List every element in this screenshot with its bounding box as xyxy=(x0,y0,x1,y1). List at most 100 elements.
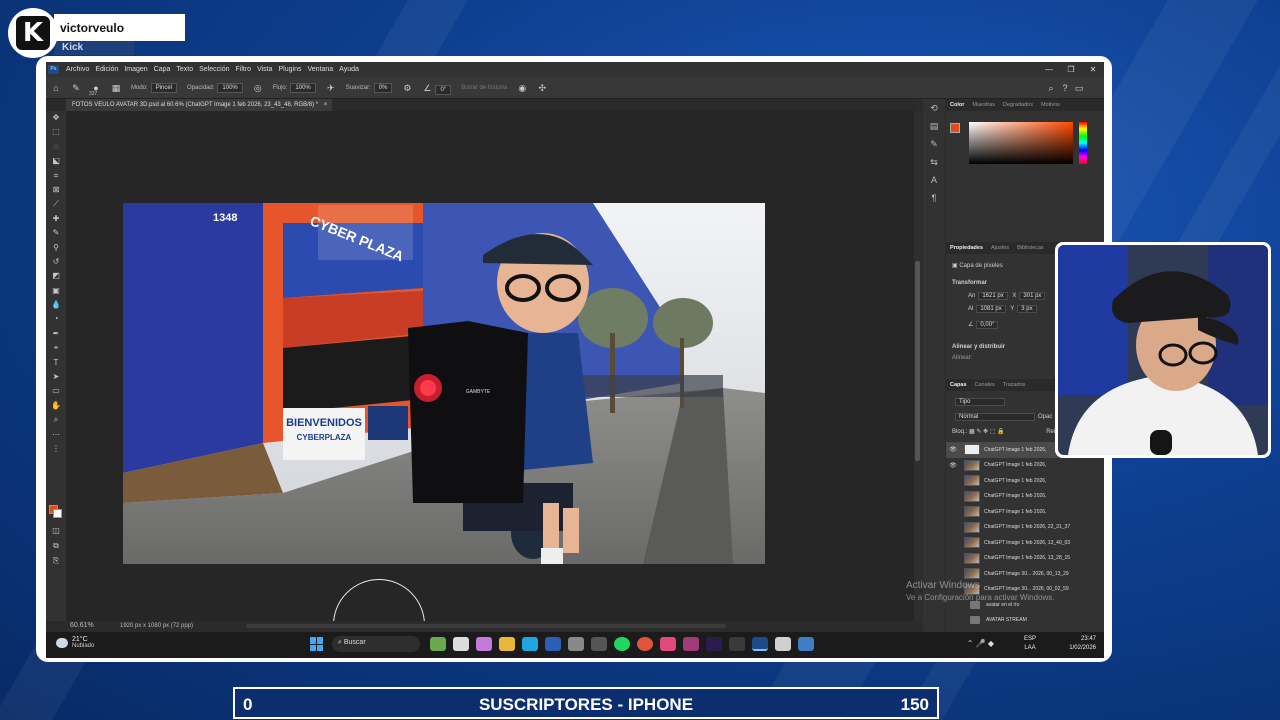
smooth-field[interactable]: 0% xyxy=(373,82,393,93)
dodge-tool-icon[interactable]: ◔ xyxy=(46,312,66,326)
pen-tool-icon[interactable]: ✒ xyxy=(46,327,66,341)
height-field[interactable]: 1081 px xyxy=(976,305,1006,313)
more-tools-icon[interactable]: ⋯ xyxy=(46,428,66,442)
crop-tool-icon[interactable]: ⌗ xyxy=(46,169,66,183)
layer-item[interactable]: ChatGPT Image 1 feb 2026, xyxy=(946,473,1104,489)
menu-texto[interactable]: Texto xyxy=(173,66,196,73)
menu-imagen[interactable]: Imagen xyxy=(121,66,150,73)
frame-tool-icon[interactable]: ⊠ xyxy=(46,183,66,197)
pressure-size-icon[interactable]: ◉ xyxy=(517,83,527,93)
paragraph-icon[interactable]: ¶ xyxy=(923,189,945,207)
rotation-field[interactable]: 0,00° xyxy=(976,321,999,329)
eye-icon[interactable]: 👁 xyxy=(946,462,960,469)
home-icon[interactable]: ⌂ xyxy=(51,83,61,93)
close-icon[interactable]: ✕ xyxy=(1082,62,1104,77)
blend-mode-select[interactable]: Normal xyxy=(955,413,1035,421)
layer-group[interactable]: AVATAR STREAM xyxy=(946,613,1104,629)
store-icon[interactable] xyxy=(544,637,561,651)
tab-adjustments[interactable]: Ajustes xyxy=(987,245,1013,251)
copilot-icon[interactable] xyxy=(475,637,492,651)
tab-gradients[interactable]: Degradados xyxy=(999,102,1037,108)
windows-start-icon[interactable] xyxy=(310,637,324,651)
app-icon[interactable] xyxy=(590,637,607,651)
blur-tool-icon[interactable]: 💧 xyxy=(46,298,66,312)
task-view-icon[interactable] xyxy=(452,637,469,651)
airbrush-icon[interactable]: ✈ xyxy=(326,83,336,93)
background-color-swatch[interactable] xyxy=(53,509,62,518)
close-tab-icon[interactable]: × xyxy=(324,102,328,108)
maximize-icon[interactable]: ❐ xyxy=(1060,62,1082,77)
edit-toolbar-icon[interactable]: ⋮ xyxy=(46,442,66,456)
mode-select[interactable]: Pincel xyxy=(150,82,178,93)
layer-item[interactable]: ChatGPT Image 1 feb 2026, 22_31_37 xyxy=(946,520,1104,536)
tab-libraries[interactable]: Bibliotecas xyxy=(1013,245,1048,251)
hue-slider[interactable] xyxy=(1079,122,1087,164)
color-panel-foreground[interactable] xyxy=(950,123,960,133)
taskbar-search[interactable]: ⌕ Buscar xyxy=(332,636,420,652)
transform-section[interactable]: Transformar xyxy=(952,280,987,286)
erase-history-checkbox[interactable]: Borrar de historia xyxy=(461,85,507,91)
file-explorer-icon[interactable] xyxy=(498,637,515,651)
document-tab[interactable]: FOTOS VEULO AVATAR 3D.psd al 60.6% (Chat… xyxy=(66,99,332,111)
language-indicator[interactable]: ESP LAA xyxy=(1024,635,1036,653)
brush-settings-panel-icon[interactable]: ✎ xyxy=(923,135,945,153)
clock[interactable]: 23:47 1/02/2026 xyxy=(1069,635,1096,653)
spotify-icon[interactable] xyxy=(613,637,630,651)
history-icon[interactable]: ⟲ xyxy=(923,99,945,117)
lasso-tool-icon[interactable]: ◌ xyxy=(46,140,66,154)
layer-item[interactable]: ChatGPT Image 1 feb 2026, xyxy=(946,504,1104,520)
workspace-icon[interactable]: ▭ xyxy=(1074,83,1084,93)
flow-field[interactable]: 100% xyxy=(290,82,316,93)
tab-color[interactable]: Color xyxy=(946,102,968,108)
app3-icon[interactable] xyxy=(797,637,814,651)
capcut-icon[interactable] xyxy=(682,637,699,651)
layer-item[interactable]: 👁 ChatGPT Image 1 feb 2026, xyxy=(946,458,1104,474)
tab-channels[interactable]: Canales xyxy=(971,382,999,388)
y-field[interactable]: 3 px xyxy=(1017,305,1037,313)
search-icon[interactable]: ⌕ xyxy=(1046,83,1056,93)
symmetry-icon[interactable]: ✣ xyxy=(537,83,547,93)
screen-mode-icon[interactable]: ⧉ xyxy=(46,539,66,553)
hand-tool-icon[interactable]: ✋ xyxy=(46,399,66,413)
document-photo[interactable]: BIENVENIDOS CYBERPLAZA CYBER PLAZA 1348 … xyxy=(123,203,765,564)
x-field[interactable]: 301 px xyxy=(1019,292,1046,300)
color-field[interactable] xyxy=(969,122,1073,164)
edge-icon[interactable] xyxy=(521,637,538,651)
tab-patterns[interactable]: Motivos xyxy=(1037,102,1064,108)
weather-widget[interactable]: 21°C Nublado xyxy=(54,636,94,649)
type-tool-icon[interactable]: T xyxy=(46,356,66,370)
document-size[interactable]: 1920 px x 1080 px (72 ppp) xyxy=(120,623,193,629)
tiktok-icon[interactable] xyxy=(659,637,676,651)
eye-icon[interactable]: 👁 xyxy=(946,446,960,453)
eraser-icon[interactable]: ◩ xyxy=(46,269,66,283)
quick-mask-icon[interactable]: ◫ xyxy=(46,524,66,538)
tab-paths[interactable]: Trazados xyxy=(999,382,1030,388)
tab-layers[interactable]: Capas xyxy=(946,382,971,388)
premiere-icon[interactable] xyxy=(705,637,722,651)
eraser-tool-icon[interactable]: ✎ xyxy=(71,83,81,93)
minimize-icon[interactable]: — xyxy=(1038,62,1060,77)
app2-icon[interactable] xyxy=(728,637,745,651)
menu-vista[interactable]: Vista xyxy=(254,66,275,73)
layer-item[interactable]: ChatGPT Image 1 feb 2026, 13_28_15 xyxy=(946,551,1104,567)
photoshop-taskbar-icon[interactable] xyxy=(751,637,768,651)
menu-edicion[interactable]: Edición xyxy=(92,66,121,73)
brush-settings-icon[interactable]: ▦ xyxy=(111,83,121,93)
healing-brush-tool-icon[interactable]: ✚ xyxy=(46,212,66,226)
path-select-tool-icon[interactable]: ➤ xyxy=(46,370,66,384)
align-section[interactable]: Alinear y distribuir xyxy=(952,344,1005,350)
menu-filtro[interactable]: Filtro xyxy=(233,66,255,73)
obs-icon[interactable] xyxy=(567,637,584,651)
menu-ayuda[interactable]: Ayuda xyxy=(336,66,362,73)
menu-ventana[interactable]: Ventana xyxy=(304,66,336,73)
tray-icons[interactable]: ⌃ 🎤 ◆ xyxy=(967,639,994,648)
horizontal-scrollbar[interactable] xyxy=(246,624,726,628)
object-select-tool-icon[interactable]: ⬕ xyxy=(46,154,66,168)
marquee-tool-icon[interactable]: ⬚ xyxy=(46,125,66,139)
pressure-opacity-icon[interactable]: ◎ xyxy=(253,83,263,93)
width-field[interactable]: 1621 px xyxy=(978,292,1008,300)
brush-tool-icon[interactable]: ✎ xyxy=(46,226,66,240)
layer-filter-select[interactable]: Tipo xyxy=(955,398,1005,406)
menu-plugins[interactable]: Plugins xyxy=(276,66,305,73)
layer-item[interactable]: ChatGPT Image 1 feb 2026, xyxy=(946,489,1104,505)
